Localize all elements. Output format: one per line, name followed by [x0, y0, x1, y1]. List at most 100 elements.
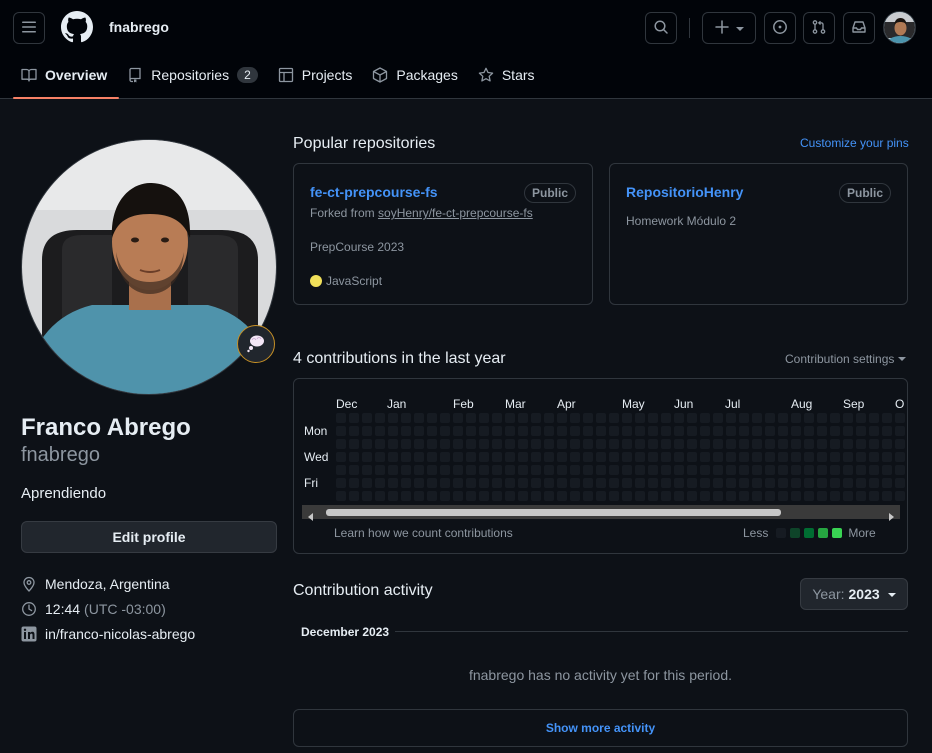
contribution-day-cell[interactable]	[869, 465, 879, 475]
contribution-day-cell[interactable]	[466, 426, 476, 436]
contribution-day-cell[interactable]	[700, 491, 710, 501]
contribution-day-cell[interactable]	[362, 491, 372, 501]
contribution-day-cell[interactable]	[726, 478, 736, 488]
contribution-day-cell[interactable]	[661, 439, 671, 449]
contribution-day-cell[interactable]	[817, 491, 827, 501]
contribution-day-cell[interactable]	[843, 491, 853, 501]
contribution-day-cell[interactable]	[622, 465, 632, 475]
contribution-day-cell[interactable]	[349, 413, 359, 423]
contribution-day-cell[interactable]	[427, 439, 437, 449]
contribution-day-cell[interactable]	[778, 413, 788, 423]
contribution-day-cell[interactable]	[388, 413, 398, 423]
contribution-day-cell[interactable]	[843, 413, 853, 423]
contribution-day-cell[interactable]	[388, 426, 398, 436]
contribution-day-cell[interactable]	[674, 478, 684, 488]
contribution-day-cell[interactable]	[518, 491, 528, 501]
contribution-day-cell[interactable]	[622, 426, 632, 436]
contribution-day-cell[interactable]	[648, 439, 658, 449]
contribution-day-cell[interactable]	[778, 478, 788, 488]
contribution-day-cell[interactable]	[622, 452, 632, 462]
contribution-day-cell[interactable]	[466, 413, 476, 423]
contribution-day-cell[interactable]	[869, 491, 879, 501]
contribution-day-cell[interactable]	[869, 413, 879, 423]
contribution-day-cell[interactable]	[505, 413, 515, 423]
tab-packages[interactable]: Packages	[364, 56, 469, 94]
header-username[interactable]: fnabrego	[109, 19, 169, 35]
contribution-day-cell[interactable]	[453, 452, 463, 462]
contribution-day-cell[interactable]	[700, 452, 710, 462]
contribution-day-cell[interactable]	[648, 413, 658, 423]
contribution-day-cell[interactable]	[557, 478, 567, 488]
contribution-day-cell[interactable]	[414, 413, 424, 423]
contribution-day-cell[interactable]	[635, 439, 645, 449]
contribution-day-cell[interactable]	[895, 478, 905, 488]
contribution-day-cell[interactable]	[440, 478, 450, 488]
contribution-day-cell[interactable]	[674, 452, 684, 462]
contribution-day-cell[interactable]	[453, 465, 463, 475]
contribution-day-cell[interactable]	[856, 478, 866, 488]
contribution-day-cell[interactable]	[791, 452, 801, 462]
contribution-day-cell[interactable]	[882, 439, 892, 449]
contribution-day-cell[interactable]	[505, 452, 515, 462]
contribution-day-cell[interactable]	[466, 439, 476, 449]
contribution-day-cell[interactable]	[856, 439, 866, 449]
contribution-day-cell[interactable]	[336, 413, 346, 423]
contribution-day-cell[interactable]	[713, 426, 723, 436]
contribution-day-cell[interactable]	[752, 491, 762, 501]
contribution-day-cell[interactable]	[479, 452, 489, 462]
contribution-day-cell[interactable]	[583, 452, 593, 462]
contribution-day-cell[interactable]	[401, 413, 411, 423]
contribution-day-cell[interactable]	[492, 478, 502, 488]
contribution-day-cell[interactable]	[583, 426, 593, 436]
contribution-day-cell[interactable]	[336, 465, 346, 475]
contribution-day-cell[interactable]	[609, 491, 619, 501]
contribution-day-cell[interactable]	[869, 452, 879, 462]
contribution-day-cell[interactable]	[700, 439, 710, 449]
contribution-day-cell[interactable]	[401, 439, 411, 449]
contribution-day-cell[interactable]	[466, 465, 476, 475]
contribution-day-cell[interactable]	[544, 452, 554, 462]
profile-avatar[interactable]	[21, 139, 277, 395]
contribution-day-cell[interactable]	[505, 439, 515, 449]
contribution-day-cell[interactable]	[895, 426, 905, 436]
contribution-day-cell[interactable]	[427, 491, 437, 501]
contribution-day-cell[interactable]	[843, 478, 853, 488]
contribution-day-cell[interactable]	[843, 426, 853, 436]
contribution-day-cell[interactable]	[752, 452, 762, 462]
contribution-day-cell[interactable]	[778, 452, 788, 462]
contribution-day-cell[interactable]	[518, 426, 528, 436]
contribution-day-cell[interactable]	[778, 465, 788, 475]
contribution-day-cell[interactable]	[882, 478, 892, 488]
contribution-day-cell[interactable]	[830, 478, 840, 488]
contribution-day-cell[interactable]	[466, 452, 476, 462]
contribution-day-cell[interactable]	[726, 426, 736, 436]
contribution-day-cell[interactable]	[765, 491, 775, 501]
contribution-day-cell[interactable]	[778, 491, 788, 501]
contribution-day-cell[interactable]	[544, 478, 554, 488]
contribution-day-cell[interactable]	[596, 452, 606, 462]
contribution-day-cell[interactable]	[388, 478, 398, 488]
contribution-day-cell[interactable]	[687, 413, 697, 423]
contribution-day-cell[interactable]	[453, 478, 463, 488]
contribution-day-cell[interactable]	[804, 491, 814, 501]
contribution-day-cell[interactable]	[427, 465, 437, 475]
contribution-day-cell[interactable]	[752, 426, 762, 436]
contribution-day-cell[interactable]	[622, 478, 632, 488]
contribution-day-cell[interactable]	[635, 478, 645, 488]
contribution-day-cell[interactable]	[700, 478, 710, 488]
contribution-day-cell[interactable]	[479, 465, 489, 475]
contribution-day-cell[interactable]	[492, 465, 502, 475]
contribution-day-cell[interactable]	[752, 465, 762, 475]
contribution-day-cell[interactable]	[661, 465, 671, 475]
contribution-day-cell[interactable]	[804, 439, 814, 449]
contribution-day-cell[interactable]	[765, 413, 775, 423]
contribution-day-cell[interactable]	[687, 491, 697, 501]
contribution-day-cell[interactable]	[375, 465, 385, 475]
contribution-day-cell[interactable]	[440, 491, 450, 501]
contribution-day-cell[interactable]	[700, 413, 710, 423]
learn-contributions-link[interactable]: Learn how we count contributions	[334, 526, 513, 540]
contribution-day-cell[interactable]	[895, 452, 905, 462]
contribution-day-cell[interactable]	[765, 465, 775, 475]
contribution-day-cell[interactable]	[635, 465, 645, 475]
contribution-day-cell[interactable]	[713, 491, 723, 501]
